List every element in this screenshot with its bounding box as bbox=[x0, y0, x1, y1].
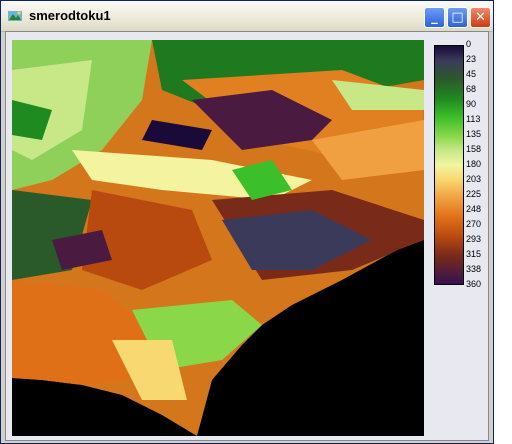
legend-labels: 0 23 45 68 90 113 135 158 180 203 225 248 270 293 315 3… bbox=[466, 39, 492, 291]
legend-label: 0 bbox=[466, 39, 472, 49]
legend-label: 270 bbox=[466, 219, 482, 229]
legend-label: 135 bbox=[466, 129, 482, 139]
app-icon bbox=[8, 11, 22, 21]
legend-label: 68 bbox=[466, 84, 477, 94]
legend-label: 45 bbox=[466, 69, 477, 79]
legend-label: 360 bbox=[466, 279, 482, 289]
aspect-legend: 0 23 45 68 90 113 135 158 180 203 225 248 270 293 315 3… bbox=[434, 39, 486, 289]
legend-label: 225 bbox=[466, 189, 482, 199]
maximize-button[interactable]: □ bbox=[447, 7, 468, 28]
title-bar[interactable]: smerodtoku1 _ □ ✕ bbox=[1, 1, 493, 32]
legend-label: 90 bbox=[466, 99, 477, 109]
legend-label: 338 bbox=[466, 264, 482, 274]
legend-label: 315 bbox=[466, 249, 482, 259]
legend-label: 158 bbox=[466, 144, 482, 154]
legend-label: 23 bbox=[466, 54, 477, 64]
legend-label: 203 bbox=[466, 174, 482, 184]
legend-label: 180 bbox=[466, 159, 482, 169]
legend-label: 293 bbox=[466, 234, 482, 244]
legend-color-ramp bbox=[434, 45, 464, 285]
legend-label: 113 bbox=[466, 114, 481, 124]
map-client-area: 0 23 45 68 90 113 135 158 180 203 225 248 270 293 315 3… bbox=[5, 31, 489, 441]
window-title: smerodtoku1 bbox=[29, 8, 111, 23]
aspect-map[interactable] bbox=[12, 40, 424, 436]
close-button[interactable]: ✕ bbox=[470, 7, 491, 28]
map-window: smerodtoku1 _ □ ✕ 0 23 45 68 90 113 135 … bbox=[0, 0, 494, 444]
minimize-button[interactable]: _ bbox=[424, 7, 445, 28]
legend-label: 248 bbox=[466, 204, 482, 214]
